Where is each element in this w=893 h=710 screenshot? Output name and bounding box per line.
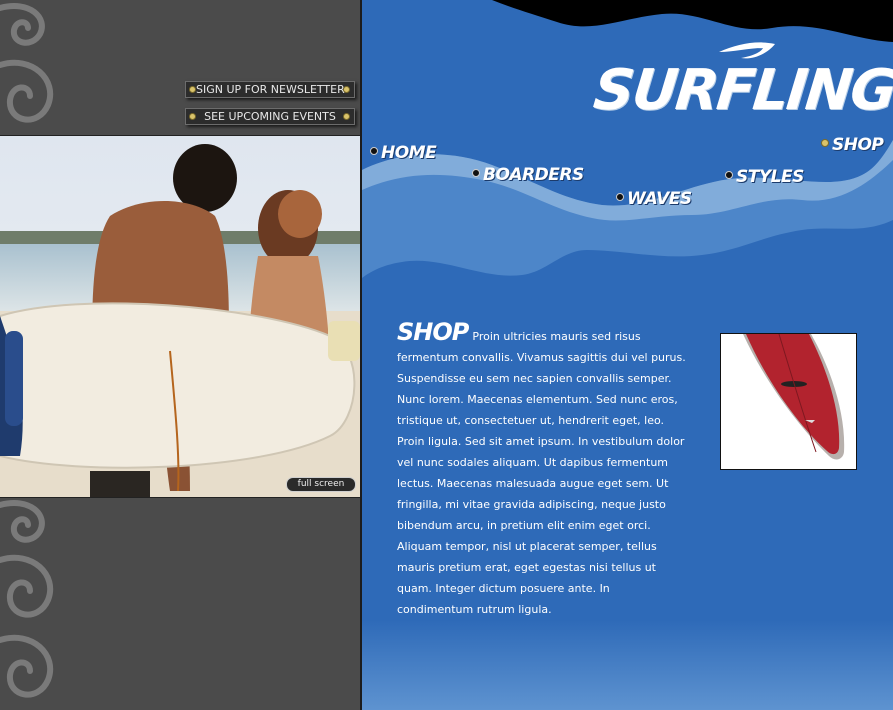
bullet-icon <box>189 113 196 120</box>
bullet-icon <box>370 147 378 155</box>
nav-home-label: HOME <box>381 143 437 163</box>
bullet-icon <box>472 169 480 177</box>
surfers-photo-illustration <box>0 136 360 497</box>
surfers-photo <box>0 135 360 498</box>
surfboard-image[interactable] <box>720 333 857 470</box>
bullet-icon <box>189 86 196 93</box>
fullscreen-button[interactable]: full screen <box>286 477 356 492</box>
nav-styles[interactable]: STYLES <box>725 167 804 187</box>
content-section: SHOP Proin ultricies mauris sed risus fer… <box>397 320 687 620</box>
nav-styles-label: STYLES <box>736 167 804 187</box>
nav-boarders[interactable]: BOARDERS <box>472 165 584 185</box>
newsletter-signup-button[interactable]: SIGN UP FOR NEWSLETTER <box>185 81 355 98</box>
bullet-icon <box>725 171 733 179</box>
nav-shop[interactable]: SHOP <box>821 135 884 155</box>
bullet-active-icon <box>821 139 829 147</box>
content-body: Proin ultricies mauris sed risus ferment… <box>397 330 686 616</box>
upcoming-events-button[interactable]: SEE UPCOMING EVENTS <box>185 108 355 125</box>
nav-shop-label: SHOP <box>832 135 884 155</box>
nav-waves[interactable]: WAVES <box>616 189 692 209</box>
bullet-icon <box>343 113 350 120</box>
main-panel: SURFLING HOME BOARDERS WAVES STYLES SHOP… <box>362 0 893 710</box>
content-heading: SHOP <box>397 318 469 346</box>
nav-waves-label: WAVES <box>627 189 692 209</box>
bullet-icon <box>616 193 624 201</box>
bullet-icon <box>343 86 350 93</box>
nav-home[interactable]: HOME <box>370 143 437 163</box>
newsletter-signup-label: SIGN UP FOR NEWSLETTER <box>196 83 345 96</box>
nav-boarders-label: BOARDERS <box>483 165 584 185</box>
surfboard-illustration <box>743 334 845 460</box>
left-panel: SIGN UP FOR NEWSLETTER SEE UPCOMING EVEN… <box>0 0 360 710</box>
upcoming-events-label: SEE UPCOMING EVENTS <box>204 110 336 123</box>
site-logo[interactable]: SURFLING <box>591 58 893 123</box>
